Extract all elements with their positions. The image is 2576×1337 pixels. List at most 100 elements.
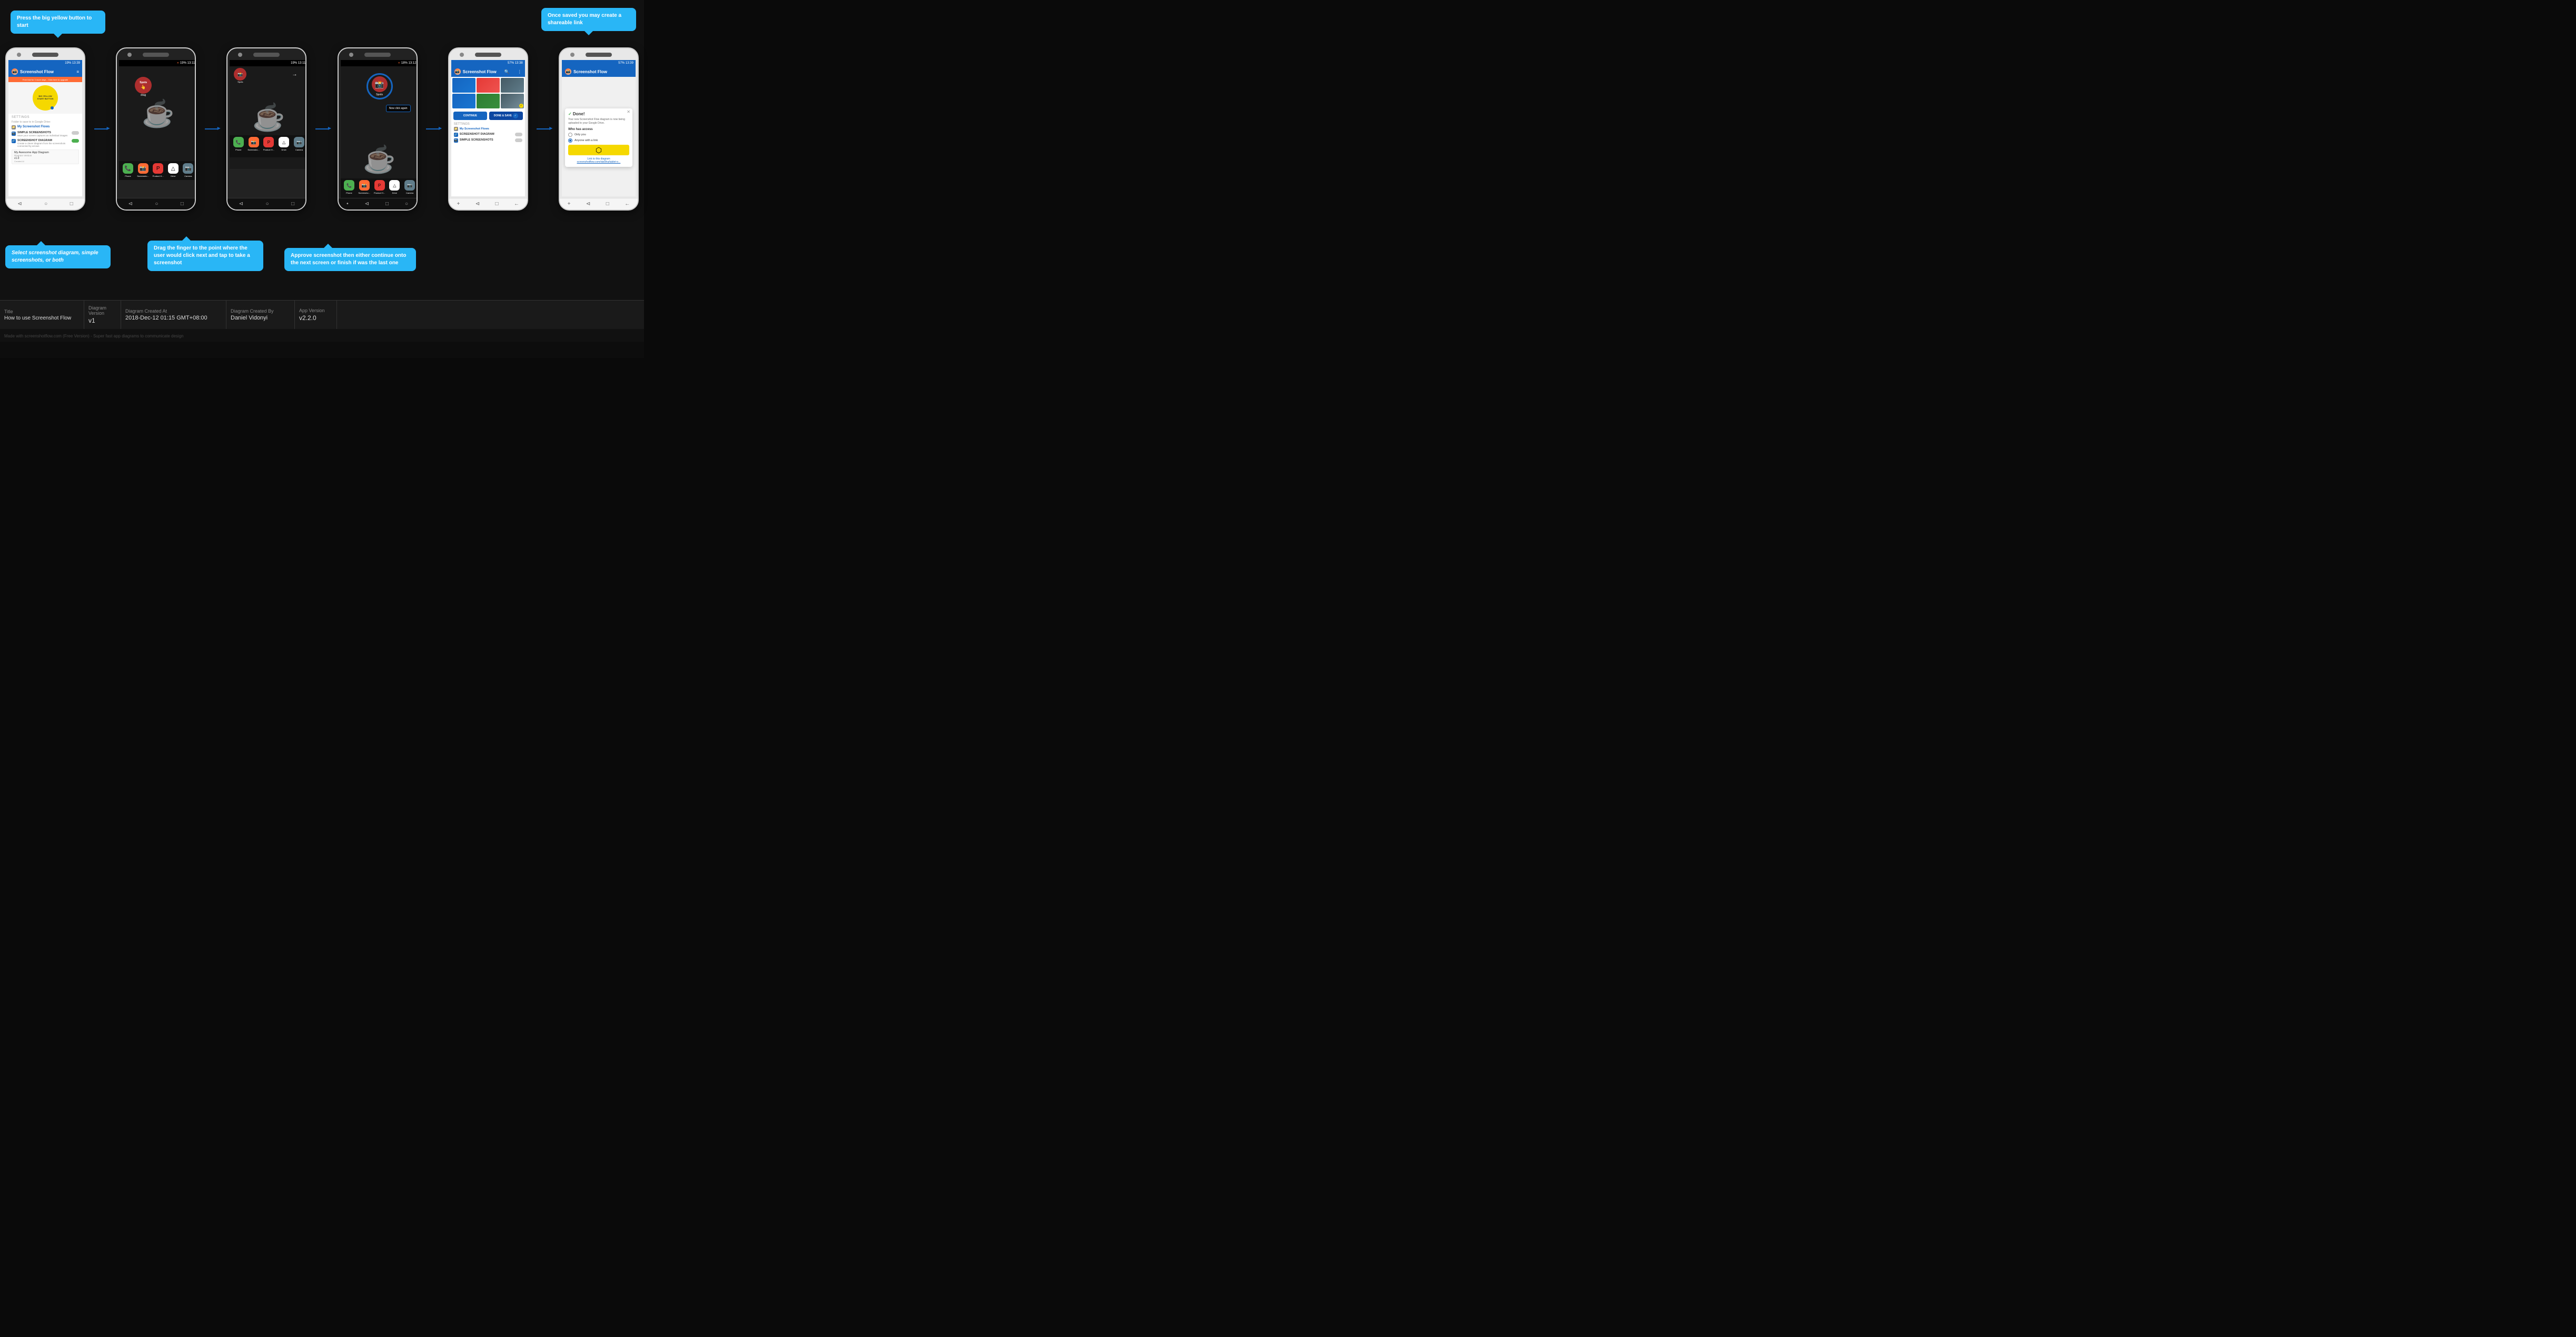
phone6-radio-only[interactable] xyxy=(568,133,572,137)
phone5-thumb-6[interactable] xyxy=(501,94,524,108)
bottom-version-value: v1 xyxy=(88,317,116,324)
phone5-diagram-toggle[interactable] xyxy=(515,133,522,136)
phone5-action-buttons: CONTINUE DONE & SAVE ✓ xyxy=(451,109,525,121)
phone6-anyone-text: Anyone with a link xyxy=(574,139,598,142)
phone3-app-camera: 📷 Camera xyxy=(293,137,305,152)
phone3-app-product: P Product H... xyxy=(262,137,275,152)
phone2-drag-spot: Spots 👆 drag xyxy=(135,77,152,97)
phone4-now-click: Now click again xyxy=(386,105,411,112)
phone4-app-product: P Product H... xyxy=(373,180,386,195)
phone6-done-text: Your new Screenshot Flow diagram is now … xyxy=(568,118,629,125)
bottom-app-version-label: App Version xyxy=(299,308,332,313)
phone5-continue-btn[interactable]: CONTINUE xyxy=(453,112,487,120)
phone5-nav: + ⊲ □ ← xyxy=(449,198,527,209)
phone6-close-btn[interactable]: ✕ xyxy=(627,109,630,114)
phone3-nav-icon2[interactable]: ○ xyxy=(266,201,269,207)
phone4-status-bar: ✕ 18% 13:12 xyxy=(341,60,418,66)
bottom-created-by-label: Diagram Created By xyxy=(231,308,290,314)
arrow-2-3: ▶ xyxy=(205,128,218,129)
arrow-3-4: ▶ xyxy=(315,128,329,129)
phone5-nav-icon2[interactable]: ⊲ xyxy=(475,201,480,207)
phone-2: ✕ 19% 13:11 ☕ Spots 👆 xyxy=(116,47,196,211)
phone1-folder-name: My Screenshot Flows xyxy=(17,125,49,128)
phone6-done-title: ✓ ✓ Done! Done! xyxy=(568,112,629,116)
phone3-nav-icon3[interactable]: □ xyxy=(291,201,294,207)
phone2-app-screenshot: 📸 Screensho... xyxy=(137,163,150,178)
phone1-folder-label: Folder to save to in Google Drive: xyxy=(12,121,79,124)
phone5-nav-icon3[interactable]: □ xyxy=(496,201,499,207)
phone4-nav-icon3[interactable]: □ xyxy=(385,201,389,207)
phone5-nav-icon1[interactable]: + xyxy=(457,201,460,207)
phone2-app-camera: 📷 Camera xyxy=(182,163,194,178)
phone6-nav-icon4[interactable]: ← xyxy=(625,201,630,207)
phone6-done-card: ✓ ✓ Done! Done! Your new Screenshot Flow… xyxy=(565,108,632,167)
phone6-bg: ✓ ✓ Done! Done! Your new Screenshot Flow… xyxy=(562,77,636,196)
phone4-app-phone: 📞 Phone xyxy=(343,180,355,195)
phone6-status-bar: 57% 13:39 xyxy=(562,60,636,66)
phone1-recent-icon[interactable]: □ xyxy=(70,201,73,207)
phone6-only-you-text: Only you xyxy=(574,133,586,136)
phone2-nav-icon3[interactable]: □ xyxy=(181,201,184,207)
phone5-thumb-3[interactable] xyxy=(501,78,524,93)
phone-4: ✕ 18% 13:12 📸 Spots xyxy=(338,47,418,211)
phone-5: 57% 13:38 📸 Screenshot Flow 🔍 ⋮ xyxy=(448,47,528,211)
phone5-thumb-4[interactable] xyxy=(452,94,475,108)
bottom-version-label: Diagram Version xyxy=(88,305,116,316)
phone3-status-bar: 19% 13:11 xyxy=(230,60,306,66)
phone1-simple-toggle[interactable] xyxy=(72,131,79,135)
phone4-spot-label: Spots xyxy=(376,93,383,96)
phone6-nav-icon3[interactable]: □ xyxy=(606,201,609,207)
phone1-big-yellow-button[interactable]: BIG YELLOWSTART BUTTON xyxy=(33,85,58,111)
phone5-simple-toggle[interactable] xyxy=(515,138,522,142)
phone6-share-btn[interactable]: ⬡ xyxy=(568,145,629,155)
phone6-access-only-you[interactable]: Only you xyxy=(568,133,629,137)
phone-1: 19% 13:39 📸 Screenshot Flow ≡ Free trial… xyxy=(5,47,85,211)
phone2-status-text: 19% 13:11 xyxy=(180,62,195,65)
phone3-status-text: 19% 13:11 xyxy=(291,62,305,65)
phone1-diagram-icon: 🔗 xyxy=(12,139,16,143)
phone3-app-drive: △ Drive xyxy=(278,137,290,152)
phone2-nav-icon1[interactable]: ⊲ xyxy=(128,201,132,207)
bottom-title-value: How to use Screenshot Flow xyxy=(4,315,80,321)
phone5-folder-name: My Screenshot Flows xyxy=(460,127,489,131)
phone6-nav-icon1[interactable]: + xyxy=(568,201,571,207)
phone5-settings-title: SETTINGS xyxy=(454,123,522,126)
phone6-nav: + ⊲ □ ← xyxy=(560,198,638,209)
phone1-trial-banner[interactable]: Free trial for 3 more days - Click here … xyxy=(8,77,82,82)
phone1-home-icon[interactable]: ○ xyxy=(44,201,47,207)
bottom-created-by-cell: Diagram Created By Daniel Vidonyi xyxy=(226,301,295,329)
phone5-diagram-icon: 🔗 xyxy=(454,133,458,137)
arrow-5-6: ▶ xyxy=(537,128,550,129)
phone4-nav-icon1[interactable]: • xyxy=(346,201,349,207)
phone6-radio-anyone[interactable] xyxy=(568,138,572,143)
phone5-thumb-2[interactable] xyxy=(477,78,500,93)
phone1-settings: SETTINGS Folder to save to in Google Dri… xyxy=(8,114,82,167)
phone5-done-save-btn[interactable]: DONE & SAVE ✓ xyxy=(489,112,523,120)
phone5-thumb-1[interactable] xyxy=(452,78,475,93)
phone2-status-bar: ✕ 19% 13:11 xyxy=(119,60,196,66)
phone6-access-anyone[interactable]: Anyone with a link xyxy=(568,138,629,143)
phone3-nav-icon1[interactable]: ⊲ xyxy=(239,201,243,207)
phone4-nav-icon4[interactable]: ○ xyxy=(405,201,408,207)
bottom-created-at-cell: Diagram Created At 2018-Dec-12 01:15 GMT… xyxy=(121,301,226,329)
phone6-nav-icon2[interactable]: ⊲ xyxy=(586,201,590,207)
phone1-created-label: Created AI xyxy=(14,160,76,163)
phone5-app-title: Screenshot Flow xyxy=(463,69,497,74)
phone5-simple-label: SIMPLE SCREENSHOTS xyxy=(460,138,513,142)
phone1-diagram-toggle[interactable] xyxy=(72,139,79,143)
phone5-nav-icon4[interactable]: ← xyxy=(514,201,519,207)
phone6-status-text: 57% 13:39 xyxy=(618,62,633,65)
phone4-nav-icon2[interactable]: ⊲ xyxy=(365,201,369,207)
phone6-link-url[interactable]: screenshotflow.com/daf3ha/tablet-o... xyxy=(568,161,629,164)
bottom-app-version-cell: App Version v2.2.0 xyxy=(295,301,337,329)
phone1-simple-desc: Save your screen captures as individual … xyxy=(17,134,70,137)
bottom-version-cell: Diagram Version v1 xyxy=(84,301,121,329)
phone5-status-bar: 57% 13:38 xyxy=(451,60,525,66)
phone1-back-icon[interactable]: ⊲ xyxy=(17,201,22,207)
bottom-created-at-value: 2018-Dec-12 01:15 GMT+08:00 xyxy=(125,315,222,321)
callout-approve: Approve screenshot then either continue … xyxy=(284,248,416,271)
phone2-nav-icon2[interactable]: ○ xyxy=(155,201,158,207)
callout-select-text: Select screenshot diagram, simple screen… xyxy=(12,250,98,263)
callout-drag-text: Drag the finger to the point where the u… xyxy=(154,245,250,266)
phone5-thumb-5[interactable] xyxy=(477,94,500,108)
